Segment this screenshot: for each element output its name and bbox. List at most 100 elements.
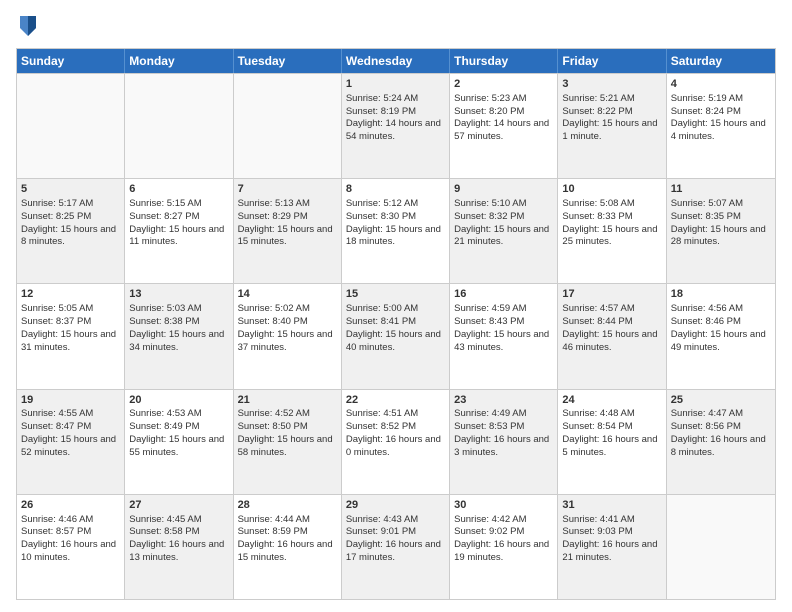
sunset-text: Sunset: 8:37 PM: [21, 316, 91, 327]
calendar-cell: 18Sunrise: 4:56 AMSunset: 8:46 PMDayligh…: [667, 284, 775, 388]
sunrise-text: Sunrise: 4:46 AM: [21, 514, 93, 525]
sunrise-text: Sunrise: 5:07 AM: [671, 198, 743, 209]
day-number: 24: [562, 393, 661, 408]
daylight-text: Daylight: 15 hours and 4 minutes.: [671, 118, 766, 142]
sunrise-text: Sunrise: 4:43 AM: [346, 514, 418, 525]
calendar-cell: 25Sunrise: 4:47 AMSunset: 8:56 PMDayligh…: [667, 390, 775, 494]
day-number: 4: [671, 77, 771, 92]
calendar-cell: 12Sunrise: 5:05 AMSunset: 8:37 PMDayligh…: [17, 284, 125, 388]
daylight-text: Daylight: 15 hours and 18 minutes.: [346, 224, 441, 248]
daylight-text: Daylight: 16 hours and 10 minutes.: [21, 539, 116, 563]
sunset-text: Sunset: 8:32 PM: [454, 211, 524, 222]
sunset-text: Sunset: 8:43 PM: [454, 316, 524, 327]
daylight-text: Daylight: 16 hours and 3 minutes.: [454, 434, 549, 458]
sunrise-text: Sunrise: 4:53 AM: [129, 408, 201, 419]
daylight-text: Daylight: 16 hours and 5 minutes.: [562, 434, 657, 458]
calendar-cell: 3Sunrise: 5:21 AMSunset: 8:22 PMDaylight…: [558, 74, 666, 178]
daylight-text: Daylight: 16 hours and 0 minutes.: [346, 434, 441, 458]
sunset-text: Sunset: 8:22 PM: [562, 106, 632, 117]
sunset-text: Sunset: 8:49 PM: [129, 421, 199, 432]
sunrise-text: Sunrise: 4:42 AM: [454, 514, 526, 525]
sunset-text: Sunset: 8:20 PM: [454, 106, 524, 117]
calendar-cell: 5Sunrise: 5:17 AMSunset: 8:25 PMDaylight…: [17, 179, 125, 283]
sunrise-text: Sunrise: 4:56 AM: [671, 303, 743, 314]
sunset-text: Sunset: 8:40 PM: [238, 316, 308, 327]
sunrise-text: Sunrise: 4:44 AM: [238, 514, 310, 525]
sunrise-text: Sunrise: 5:10 AM: [454, 198, 526, 209]
sunset-text: Sunset: 9:02 PM: [454, 526, 524, 537]
daylight-text: Daylight: 15 hours and 55 minutes.: [129, 434, 224, 458]
daylight-text: Daylight: 16 hours and 17 minutes.: [346, 539, 441, 563]
day-number: 22: [346, 393, 445, 408]
sunset-text: Sunset: 8:35 PM: [671, 211, 741, 222]
day-number: 29: [346, 498, 445, 513]
calendar-cell: 16Sunrise: 4:59 AMSunset: 8:43 PMDayligh…: [450, 284, 558, 388]
sunrise-text: Sunrise: 4:48 AM: [562, 408, 634, 419]
day-number: 17: [562, 287, 661, 302]
daylight-text: Daylight: 15 hours and 31 minutes.: [21, 329, 116, 353]
sunrise-text: Sunrise: 5:21 AM: [562, 93, 634, 104]
daylight-text: Daylight: 15 hours and 11 minutes.: [129, 224, 224, 248]
sunrise-text: Sunrise: 5:24 AM: [346, 93, 418, 104]
sunset-text: Sunset: 8:53 PM: [454, 421, 524, 432]
day-number: 3: [562, 77, 661, 92]
calendar-cell: 26Sunrise: 4:46 AMSunset: 8:57 PMDayligh…: [17, 495, 125, 599]
calendar-cell: [125, 74, 233, 178]
sunrise-text: Sunrise: 5:13 AM: [238, 198, 310, 209]
sunrise-text: Sunrise: 4:41 AM: [562, 514, 634, 525]
sunrise-text: Sunrise: 5:02 AM: [238, 303, 310, 314]
daylight-text: Daylight: 16 hours and 8 minutes.: [671, 434, 766, 458]
day-number: 10: [562, 182, 661, 197]
calendar-row-3: 19Sunrise: 4:55 AMSunset: 8:47 PMDayligh…: [17, 389, 775, 494]
col-header-saturday: Saturday: [667, 49, 775, 73]
sunset-text: Sunset: 8:59 PM: [238, 526, 308, 537]
sunrise-text: Sunrise: 4:47 AM: [671, 408, 743, 419]
sunrise-text: Sunrise: 5:05 AM: [21, 303, 93, 314]
sunrise-text: Sunrise: 4:45 AM: [129, 514, 201, 525]
sunset-text: Sunset: 8:41 PM: [346, 316, 416, 327]
day-number: 14: [238, 287, 337, 302]
daylight-text: Daylight: 15 hours and 15 minutes.: [238, 224, 333, 248]
calendar-cell: 7Sunrise: 5:13 AMSunset: 8:29 PMDaylight…: [234, 179, 342, 283]
col-header-thursday: Thursday: [450, 49, 558, 73]
calendar: SundayMondayTuesdayWednesdayThursdayFrid…: [16, 48, 776, 600]
calendar-cell: 30Sunrise: 4:42 AMSunset: 9:02 PMDayligh…: [450, 495, 558, 599]
sunrise-text: Sunrise: 5:00 AM: [346, 303, 418, 314]
calendar-row-2: 12Sunrise: 5:05 AMSunset: 8:37 PMDayligh…: [17, 283, 775, 388]
sunrise-text: Sunrise: 5:03 AM: [129, 303, 201, 314]
col-header-tuesday: Tuesday: [234, 49, 342, 73]
daylight-text: Daylight: 15 hours and 34 minutes.: [129, 329, 224, 353]
daylight-text: Daylight: 16 hours and 13 minutes.: [129, 539, 224, 563]
calendar-cell: [234, 74, 342, 178]
daylight-text: Daylight: 15 hours and 58 minutes.: [238, 434, 333, 458]
daylight-text: Daylight: 14 hours and 57 minutes.: [454, 118, 549, 142]
calendar-cell: 17Sunrise: 4:57 AMSunset: 8:44 PMDayligh…: [558, 284, 666, 388]
sunset-text: Sunset: 8:27 PM: [129, 211, 199, 222]
calendar-cell: 24Sunrise: 4:48 AMSunset: 8:54 PMDayligh…: [558, 390, 666, 494]
sunrise-text: Sunrise: 5:19 AM: [671, 93, 743, 104]
sunset-text: Sunset: 8:56 PM: [671, 421, 741, 432]
daylight-text: Daylight: 15 hours and 40 minutes.: [346, 329, 441, 353]
calendar-row-0: 1Sunrise: 5:24 AMSunset: 8:19 PMDaylight…: [17, 73, 775, 178]
day-number: 7: [238, 182, 337, 197]
sunset-text: Sunset: 8:33 PM: [562, 211, 632, 222]
sunrise-text: Sunrise: 4:59 AM: [454, 303, 526, 314]
day-number: 15: [346, 287, 445, 302]
sunset-text: Sunset: 8:25 PM: [21, 211, 91, 222]
day-number: 6: [129, 182, 228, 197]
logo-icon: [16, 12, 40, 40]
calendar-cell: [17, 74, 125, 178]
day-number: 20: [129, 393, 228, 408]
calendar-cell: 28Sunrise: 4:44 AMSunset: 8:59 PMDayligh…: [234, 495, 342, 599]
calendar-row-1: 5Sunrise: 5:17 AMSunset: 8:25 PMDaylight…: [17, 178, 775, 283]
daylight-text: Daylight: 15 hours and 52 minutes.: [21, 434, 116, 458]
day-number: 16: [454, 287, 553, 302]
calendar-cell: 13Sunrise: 5:03 AMSunset: 8:38 PMDayligh…: [125, 284, 233, 388]
sunrise-text: Sunrise: 4:51 AM: [346, 408, 418, 419]
sunrise-text: Sunrise: 5:17 AM: [21, 198, 93, 209]
sunset-text: Sunset: 8:24 PM: [671, 106, 741, 117]
day-number: 28: [238, 498, 337, 513]
daylight-text: Daylight: 16 hours and 21 minutes.: [562, 539, 657, 563]
calendar-cell: 9Sunrise: 5:10 AMSunset: 8:32 PMDaylight…: [450, 179, 558, 283]
sunset-text: Sunset: 8:46 PM: [671, 316, 741, 327]
